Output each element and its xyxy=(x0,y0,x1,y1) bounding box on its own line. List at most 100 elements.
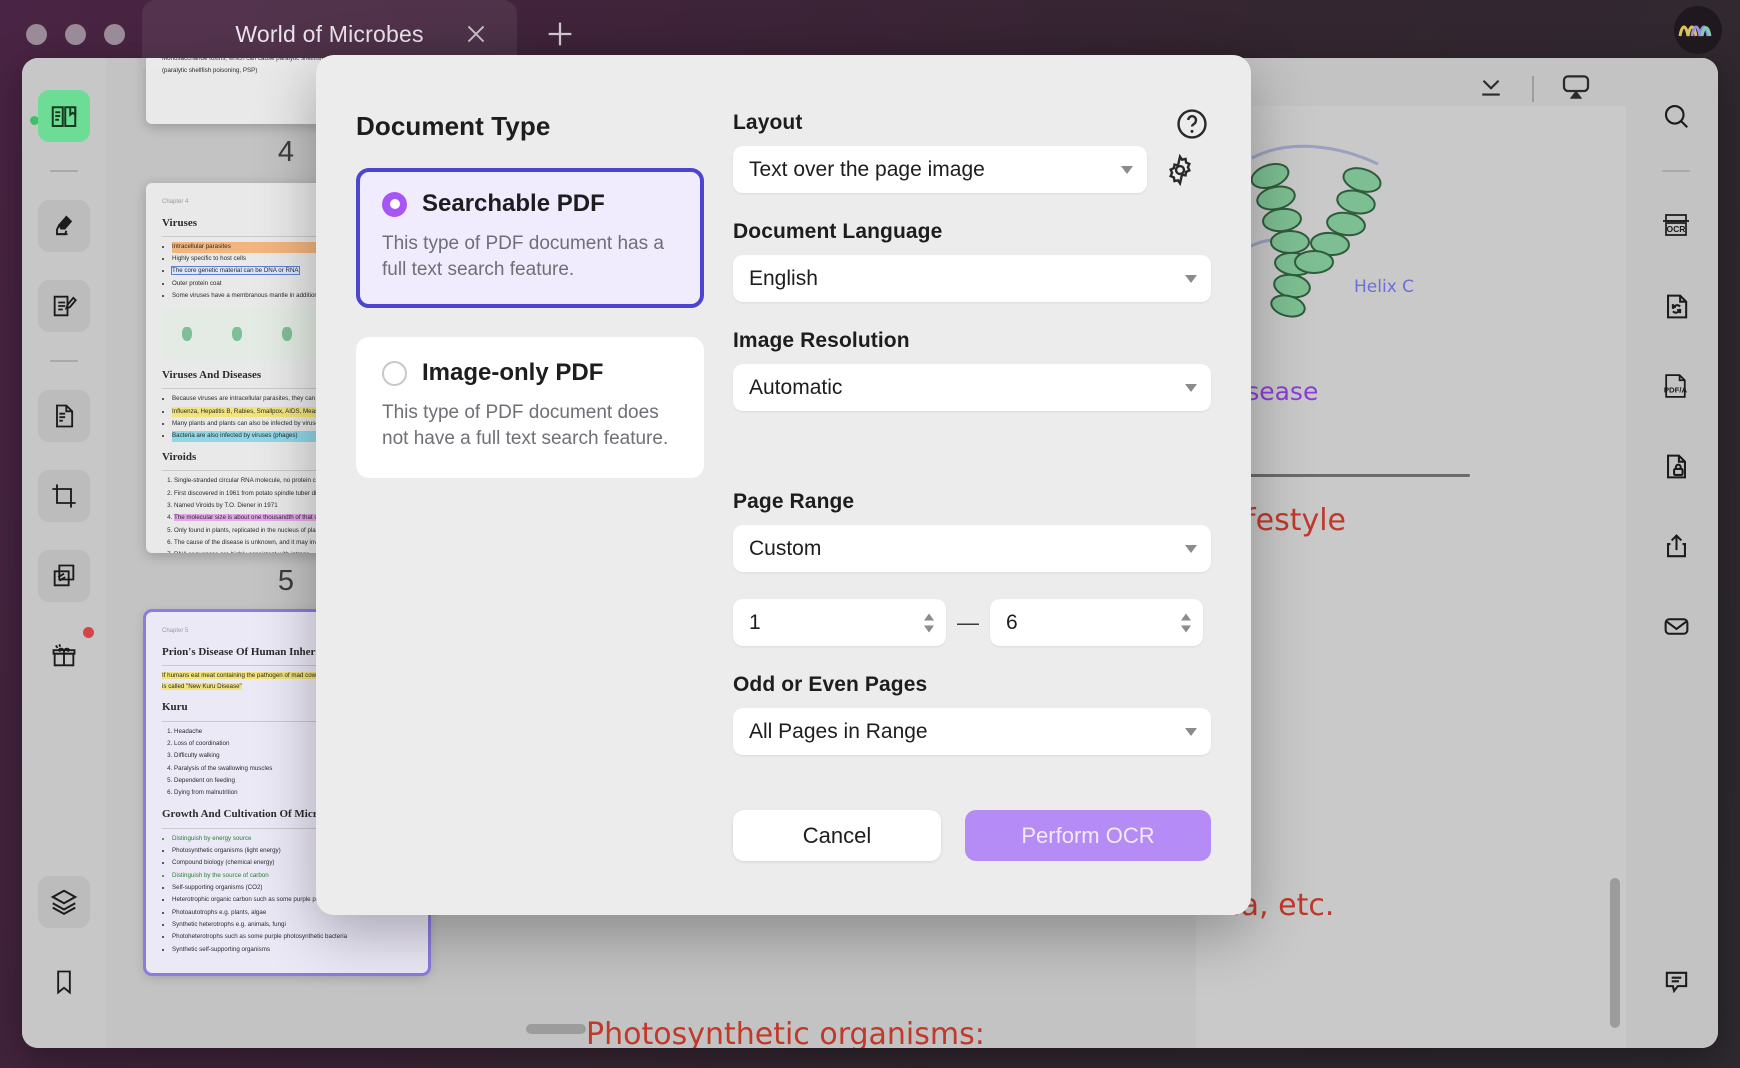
doctype-option-image-only-pdf[interactable]: Image-only PDF This type of PDF document… xyxy=(356,337,704,477)
minimize-window-button[interactable] xyxy=(65,24,86,45)
right-page-preview: Helix C Disease Lifestyle ria, etc. xyxy=(1196,106,1626,1048)
layout-label: Layout xyxy=(733,111,1211,135)
plus-icon[interactable] xyxy=(543,17,577,51)
odd-even-label: Odd or Even Pages xyxy=(733,673,1211,697)
doctype-option-title: Image-only PDF xyxy=(422,359,603,387)
ocr-settings-panel: Layout Text over the page image Document… xyxy=(716,55,1251,915)
close-window-button[interactable] xyxy=(26,24,47,45)
image-resolution-select[interactable]: Automatic xyxy=(733,364,1211,411)
stepper-down-icon[interactable] xyxy=(924,625,934,632)
document-type-panel: Document Type Searchable PDF This type o… xyxy=(316,55,716,915)
dialog-actions: Cancel Perform OCR xyxy=(733,810,1211,861)
page-range-from-value: 1 xyxy=(749,611,761,635)
page-range-inputs: 1 — 6 xyxy=(733,599,1211,646)
sidebar-item-search[interactable] xyxy=(1650,90,1702,142)
sidebar-item-bookmarks[interactable] xyxy=(38,956,90,1008)
image-resolution-label: Image Resolution xyxy=(733,329,1211,353)
virus-shape xyxy=(232,327,242,341)
maximize-window-button[interactable] xyxy=(104,24,125,45)
doctype-option-title: Searchable PDF xyxy=(422,190,605,218)
rail-divider xyxy=(50,360,78,362)
document-language-select[interactable]: English xyxy=(733,255,1211,302)
odd-even-value: All Pages in Range xyxy=(749,720,928,744)
page-range-mode-value: Custom xyxy=(749,537,821,561)
document-language-label: Document Language xyxy=(733,220,1211,244)
left-tool-rail xyxy=(22,58,106,1048)
sidebar-item-comments[interactable] xyxy=(1650,956,1702,1008)
chevron-down-icon xyxy=(1185,728,1197,736)
sidebar-item-duplicate[interactable] xyxy=(38,550,90,602)
stepper-up-icon[interactable] xyxy=(924,613,934,620)
rail-divider xyxy=(1662,170,1690,172)
radio-selected-icon[interactable] xyxy=(382,192,407,217)
avatar[interactable] xyxy=(1674,6,1722,54)
virus-shape xyxy=(182,327,192,341)
horizontal-scrollbar[interactable] xyxy=(526,1024,586,1034)
doctype-option-header: Image-only PDF xyxy=(382,359,678,387)
doctype-option-header: Searchable PDF xyxy=(382,190,678,218)
layout-value: Text over the page image xyxy=(749,158,985,182)
doctype-option-description: This type of PDF document does not have … xyxy=(382,400,678,451)
protein-helix-figure xyxy=(1230,130,1410,360)
svg-text:PDF/A: PDF/A xyxy=(1663,385,1687,394)
layout-row: Text over the page image xyxy=(733,146,1211,220)
sidebar-item-share[interactable] xyxy=(1650,520,1702,572)
document-type-heading: Document Type xyxy=(356,111,716,142)
chevron-down-icon xyxy=(1185,384,1197,392)
sidebar-item-crop[interactable] xyxy=(38,470,90,522)
present-icon[interactable] xyxy=(1560,71,1592,108)
stepper-arrows[interactable] xyxy=(924,613,934,632)
notification-badge xyxy=(83,627,94,638)
chevron-down-line-icon[interactable] xyxy=(1476,72,1506,107)
traffic-lights xyxy=(0,24,125,45)
close-icon[interactable] xyxy=(463,21,489,47)
disease-label: Disease xyxy=(1220,377,1602,406)
radio-unselected-icon[interactable] xyxy=(382,361,407,386)
page-range-label: Page Range xyxy=(733,490,1211,514)
svg-text:OCR: OCR xyxy=(1667,224,1686,234)
sidebar-item-reader[interactable] xyxy=(38,90,90,142)
highlighted-text: The core genetic material can be DNA or … xyxy=(172,267,299,274)
odd-even-select[interactable]: All Pages in Range xyxy=(733,708,1211,755)
rail-divider xyxy=(50,170,78,172)
vertical-scrollbar[interactable] xyxy=(1610,878,1620,1028)
right-tool-rail: OCR PDF/A xyxy=(1634,58,1718,1048)
layout-select[interactable]: Text over the page image xyxy=(733,146,1147,193)
sidebar-item-protect[interactable] xyxy=(1650,440,1702,492)
highlighted-text: The molecular size is about one thousand… xyxy=(174,514,339,521)
doctype-option-description: This type of PDF document has a full tex… xyxy=(382,231,678,282)
stepper-arrows[interactable] xyxy=(1181,613,1191,632)
sidebar-item-pdfa[interactable]: PDF/A xyxy=(1650,360,1702,412)
handwritten-underline xyxy=(1220,474,1470,477)
page-range-from-stepper[interactable]: 1 xyxy=(733,599,946,646)
helix-label: Helix C xyxy=(1354,277,1602,297)
sidebar-item-highlight[interactable] xyxy=(38,200,90,252)
list-item: Synthetic self-supporting organisms xyxy=(172,945,412,956)
list-item: Photoheterotrophs such as some purple ph… xyxy=(172,932,412,943)
image-resolution-value: Automatic xyxy=(749,376,842,400)
page-range-mode-select[interactable]: Custom xyxy=(733,525,1211,572)
chevron-down-icon xyxy=(1185,545,1197,553)
range-separator: — xyxy=(946,610,990,636)
ocr-settings-dialog: Document Type Searchable PDF This type o… xyxy=(316,55,1251,915)
doctype-option-searchable-pdf[interactable]: Searchable PDF This type of PDF document… xyxy=(356,168,704,308)
gear-icon[interactable] xyxy=(1161,151,1199,189)
photosynthetic-label: Photosynthetic organisms: xyxy=(586,1017,985,1048)
chevron-down-icon xyxy=(1185,275,1197,283)
page-range-to-stepper[interactable]: 6 xyxy=(990,599,1203,646)
sidebar-item-organize-pages[interactable] xyxy=(38,390,90,442)
sidebar-item-convert[interactable] xyxy=(1650,280,1702,332)
perform-ocr-button[interactable]: Perform OCR xyxy=(965,810,1211,861)
sidebar-item-gift[interactable] xyxy=(38,630,90,682)
cancel-button[interactable]: Cancel xyxy=(733,810,941,861)
page-range-to-value: 6 xyxy=(1006,611,1018,635)
sidebar-item-email[interactable] xyxy=(1650,600,1702,652)
sidebar-item-annotate[interactable] xyxy=(38,280,90,332)
toolbar-divider xyxy=(1532,76,1534,102)
stepper-up-icon[interactable] xyxy=(1181,613,1191,620)
help-circle-icon[interactable] xyxy=(1173,105,1211,143)
section-spacer xyxy=(733,438,1211,490)
sidebar-item-ocr[interactable]: OCR xyxy=(1650,200,1702,252)
sidebar-item-layers[interactable] xyxy=(38,876,90,928)
stepper-down-icon[interactable] xyxy=(1181,625,1191,632)
